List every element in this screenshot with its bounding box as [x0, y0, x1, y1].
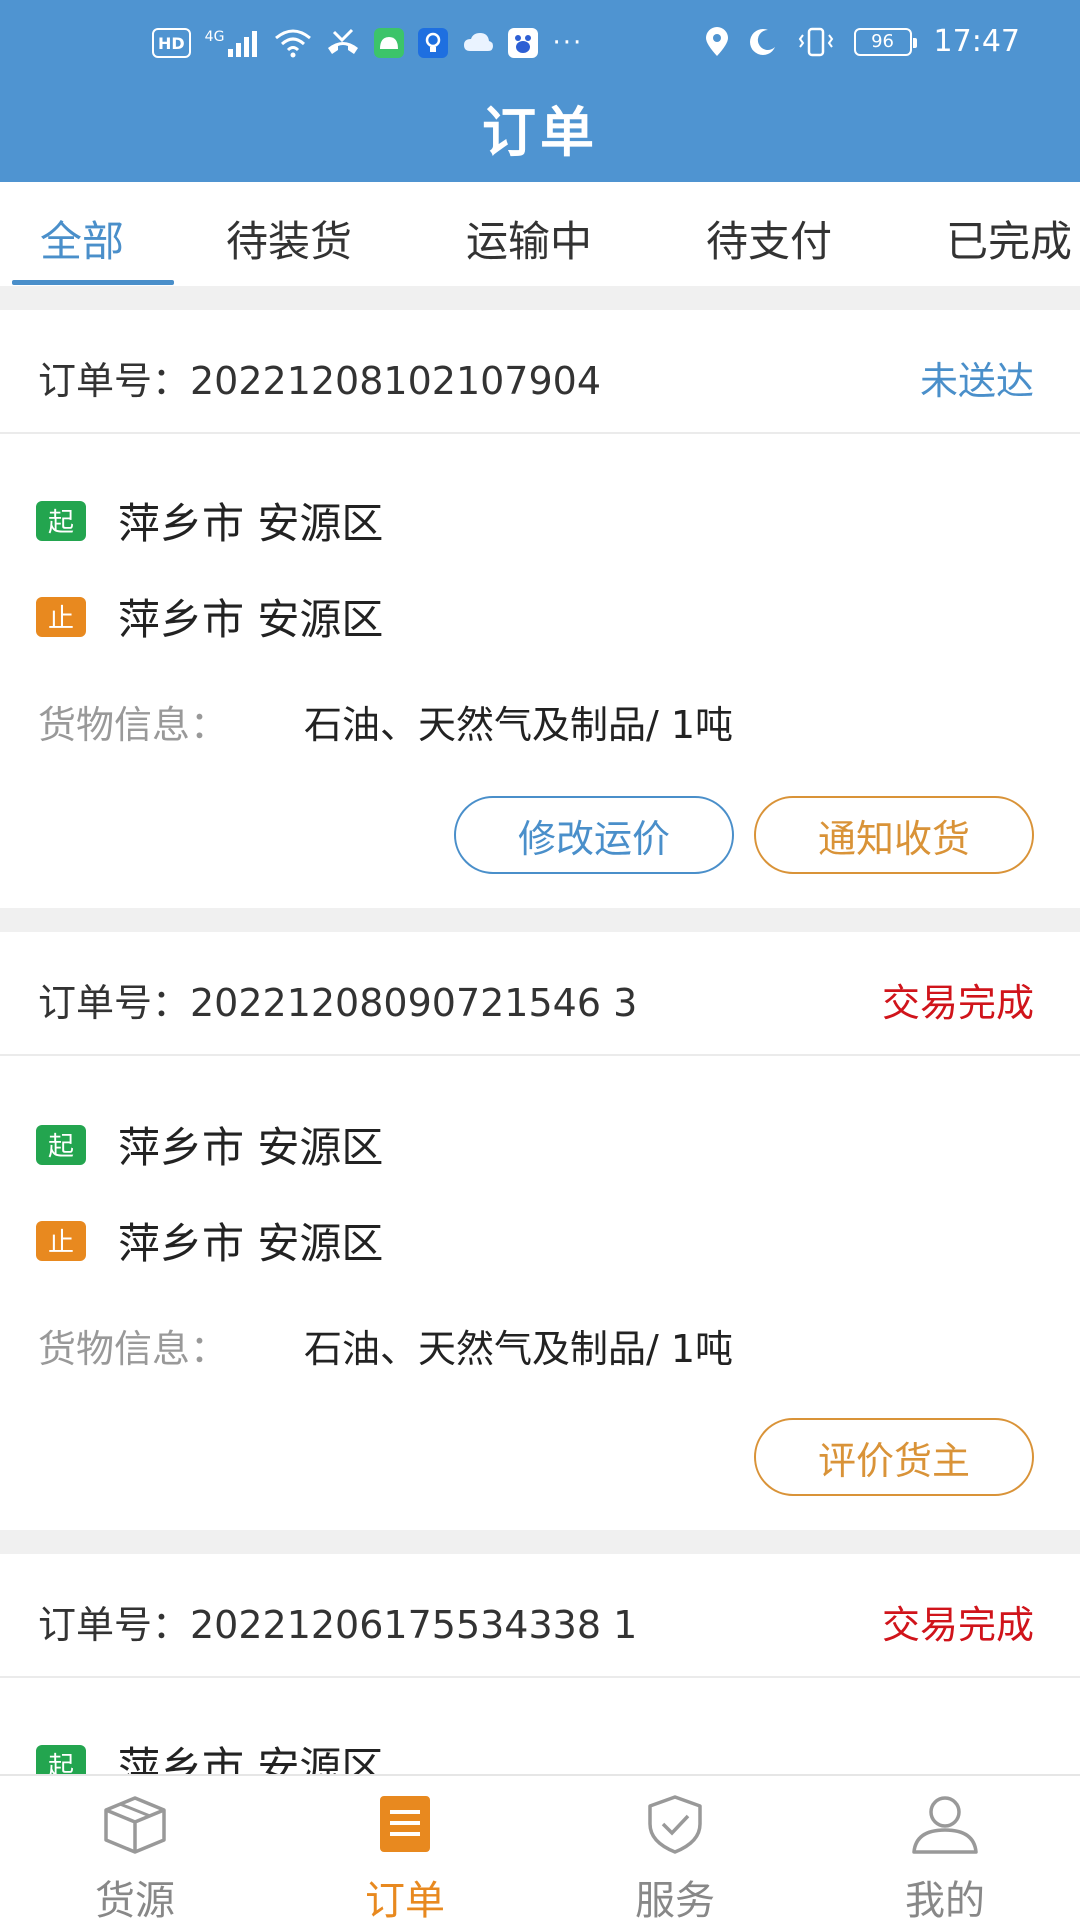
vibrate-icon: [798, 27, 833, 56]
more-notifications-icon: ···: [552, 28, 584, 58]
order-card-header: 订单号：20221208102107904 未送达: [0, 310, 1080, 434]
baidu-paw-icon: [508, 28, 539, 58]
nav-item-mine[interactable]: 我的: [845, 1794, 1045, 1920]
order-number: 订单号：20221206175534338 1: [38, 1603, 638, 1647]
nav-label: 订单: [365, 1878, 445, 1920]
start-location: 萍乡市 安源区: [118, 499, 384, 548]
start-tag: 起: [36, 1124, 86, 1165]
route-start: 起 萍乡市 安源区: [36, 490, 383, 551]
modify-freight-button[interactable]: 修改运价: [454, 796, 734, 874]
order-card-header: 订单号：20221206175534338 1 交易完成: [0, 1554, 1080, 1678]
tab-completed[interactable]: 已完成: [946, 208, 1072, 269]
start-tag: 起: [36, 1744, 86, 1774]
order-filter-tabs: 全部 待装货 运输中 待支付 已完成: [0, 182, 1080, 286]
cloud-icon: [464, 33, 494, 51]
clock: 17:47: [933, 24, 1020, 59]
end-location: 萍乡市 安源区: [118, 1219, 384, 1268]
order-status: 未送达: [919, 359, 1034, 403]
route-end: 止 萍乡市 安源区: [36, 586, 383, 647]
cargo-info: 货物信息： 石油、天然气及制品/ 1吨: [38, 1318, 733, 1373]
box-icon: [104, 1796, 166, 1854]
order-number: 订单号：20221208090721546 3: [38, 981, 638, 1025]
tab-pending-loading[interactable]: 待装货: [226, 208, 352, 269]
route-start: 起 萍乡市 安源区: [36, 1114, 383, 1175]
route-end: 止 萍乡市 安源区: [36, 1210, 383, 1271]
shield-check-icon: [648, 1795, 702, 1854]
order-card[interactable]: 订单号：20221206175534338 1 交易完成 起 萍乡市 安源区: [0, 1554, 1080, 1774]
order-status: 交易完成: [881, 1603, 1034, 1647]
order-status: 交易完成: [881, 981, 1034, 1025]
status-bar: HD 4G ··· 96 17:47: [0, 20, 1080, 76]
network-4g-icon: 4G: [205, 29, 261, 57]
app-header: HD 4G ··· 96 17:47 订单: [0, 0, 1080, 182]
location-icon: [705, 26, 728, 56]
page-title: 订单: [482, 101, 598, 164]
order-list-icon: [380, 1796, 430, 1852]
battery-icon: 96: [853, 27, 917, 56]
wifi-icon: [275, 29, 312, 58]
status-bar-right: 96 17:47: [704, 24, 1020, 59]
order-card[interactable]: 订单号：20221208102107904 未送达 起 萍乡市 安源区 止 萍乡…: [0, 310, 1080, 908]
nav-label: 我的: [905, 1878, 985, 1920]
start-location: 萍乡市 安源区: [118, 1743, 384, 1774]
route-start: 起 萍乡市 安源区: [36, 1734, 383, 1774]
moon-icon: [749, 28, 775, 55]
user-icon: [912, 1796, 978, 1854]
tab-pending-payment[interactable]: 待支付: [706, 208, 832, 269]
rate-shipper-button[interactable]: 评价货主: [754, 1418, 1034, 1496]
cargo-label: 货物信息：: [38, 1327, 229, 1371]
end-tag: 止: [36, 596, 86, 637]
bulb-app-icon: [418, 28, 449, 58]
hd-badge: HD: [152, 28, 191, 58]
network-type-label: 4G: [204, 29, 225, 45]
status-bar-left: HD 4G ···: [152, 28, 583, 58]
tab-all[interactable]: 全部: [40, 208, 124, 269]
cargo-label: 货物信息：: [38, 703, 229, 747]
bottom-navigation: 货源 订单 服务 我的: [0, 1774, 1080, 1920]
cargo-value: 石油、天然气及制品/ 1吨: [304, 703, 734, 747]
android-app-icon: [374, 28, 405, 58]
nav-item-service[interactable]: 服务: [575, 1794, 775, 1920]
order-card-header: 订单号：20221208090721546 3 交易完成: [0, 932, 1080, 1056]
tab-in-transit[interactable]: 运输中: [466, 208, 592, 269]
nav-item-orders[interactable]: 订单: [305, 1794, 505, 1920]
start-tag: 起: [36, 500, 86, 541]
nav-item-cargo-source[interactable]: 货源: [35, 1794, 235, 1920]
end-tag: 止: [36, 1220, 86, 1261]
notify-receipt-button[interactable]: 通知收货: [754, 796, 1034, 874]
order-card[interactable]: 订单号：20221208090721546 3 交易完成 起 萍乡市 安源区 止…: [0, 932, 1080, 1530]
nav-label: 货源: [95, 1878, 175, 1920]
missed-call-icon: [328, 28, 359, 54]
cargo-info: 货物信息： 石油、天然气及制品/ 1吨: [38, 694, 733, 749]
start-location: 萍乡市 安源区: [118, 1123, 384, 1172]
cargo-value: 石油、天然气及制品/ 1吨: [304, 1327, 734, 1371]
active-tab-indicator: [12, 280, 174, 285]
order-number: 订单号：20221208102107904: [38, 359, 602, 403]
end-location: 萍乡市 安源区: [118, 595, 384, 644]
nav-label: 服务: [635, 1878, 715, 1920]
